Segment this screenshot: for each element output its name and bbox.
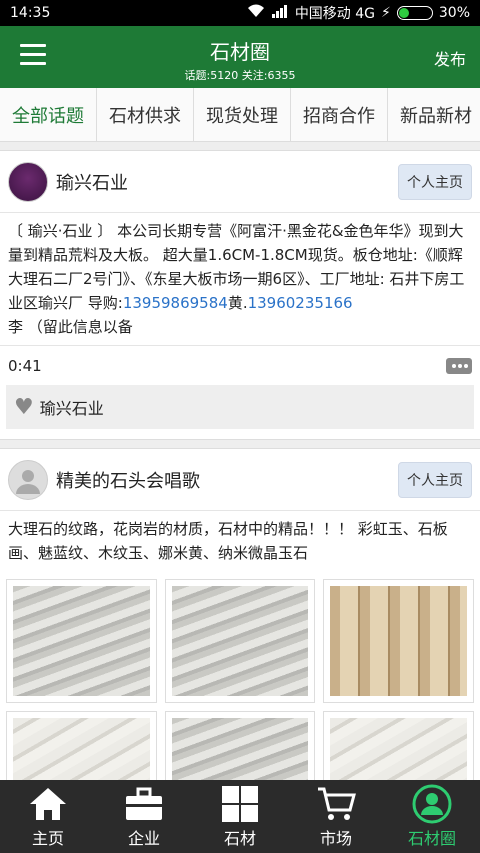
image-grid	[0, 571, 480, 780]
tab-franchise[interactable]: 招商合作	[291, 88, 388, 141]
nav-label: 市场	[319, 828, 352, 848]
status-right: 中国移动 4G ⚡ 30%	[247, 3, 470, 23]
avatar[interactable]	[8, 161, 48, 202]
title-block: 石材圈 话题:5120 关注:6355	[0, 36, 480, 83]
audio-row[interactable]: 0:41	[0, 345, 480, 385]
nav-company[interactable]: 企业	[96, 780, 192, 853]
nav-label: 石材圈	[407, 828, 456, 848]
battery-label: 30%	[438, 5, 470, 21]
nav-market[interactable]: 市场	[288, 780, 384, 853]
post-image[interactable]	[323, 579, 474, 703]
post-image[interactable]	[164, 711, 316, 780]
heart-icon[interactable]: ♥	[14, 395, 34, 420]
page-title: 石材圈	[210, 40, 270, 64]
homepage-button[interactable]: 个人主页	[398, 163, 472, 200]
publish-button[interactable]: 发布	[434, 46, 466, 70]
post-image[interactable]	[323, 711, 474, 780]
post-image[interactable]	[6, 711, 157, 780]
tab-all[interactable]: 全部话题	[0, 88, 97, 141]
status-bar: 14:35 中国移动 4G ⚡ 30%	[0, 0, 480, 26]
signal-icon	[271, 4, 289, 22]
charging-icon: ⚡	[381, 5, 391, 21]
cart-icon	[315, 785, 357, 823]
nav-home[interactable]: 主页	[0, 780, 96, 853]
avatar[interactable]	[8, 459, 48, 500]
post-header: 瑜兴石业 个人主页	[0, 151, 480, 213]
audio-duration: 0:41	[8, 356, 42, 375]
post-card: 瑜兴石业 个人主页 〔 瑜兴·石业 〕 本公司长期专营《阿富汗·黑金花&金色年华…	[0, 150, 480, 440]
wifi-icon	[247, 4, 265, 22]
post-header: 精美的石头会唱歌 个人主页	[0, 449, 480, 511]
likes-box: ♥ 瑜兴石业	[6, 385, 474, 429]
feed[interactable]: 瑜兴石业 个人主页 〔 瑜兴·石业 〕 本公司长期专营《阿富汗·黑金花&金色年华…	[0, 142, 480, 780]
tab-new-products[interactable]: 新品新材	[388, 88, 480, 141]
briefcase-icon	[123, 785, 165, 823]
tab-stock[interactable]: 现货处理	[194, 88, 291, 141]
carrier-label: 中国移动 4G	[294, 6, 376, 22]
grid-icon	[219, 785, 261, 823]
bottom-nav: 主页 企业 石材 市场 石材圈	[0, 780, 480, 853]
post-card: 精美的石头会唱歌 个人主页 大理石的纹路，花岗岩的材质，石材中的精品！！！ 彩虹…	[0, 448, 480, 780]
post-image[interactable]	[164, 579, 316, 703]
liker-name[interactable]: 瑜兴石业	[40, 395, 104, 419]
page-subtitle: 话题:5120 关注:6355	[184, 69, 296, 82]
homepage-button[interactable]: 个人主页	[398, 461, 472, 498]
nav-label: 主页	[31, 828, 64, 848]
nav-label: 企业	[127, 828, 160, 848]
post-image[interactable]	[6, 579, 157, 703]
app-header: 石材圈 话题:5120 关注:6355 发布	[0, 26, 480, 88]
battery-icon	[396, 6, 433, 20]
nav-label: 石材	[223, 828, 256, 848]
nav-stone[interactable]: 石材	[192, 780, 288, 853]
tab-supply[interactable]: 石材供求	[97, 88, 194, 141]
home-icon	[27, 785, 69, 823]
status-time: 14:35	[10, 5, 51, 21]
comment-icon[interactable]	[446, 357, 472, 374]
phone-link[interactable]: 13960235166	[248, 294, 353, 312]
post-author[interactable]: 瑜兴石业	[56, 169, 398, 195]
post-text: 大理石的纹路，花岗岩的材质，石材中的精品！！！ 彩虹玉、石板画、魅蓝纹、木纹玉、…	[8, 520, 448, 562]
phone-link[interactable]: 13959869584	[123, 294, 228, 312]
category-tabs: 全部话题 石材供求 现货处理 招商合作 新品新材	[0, 88, 480, 142]
post-author[interactable]: 精美的石头会唱歌	[56, 467, 398, 493]
post-text-tail: 李 （留此信息以备	[8, 318, 133, 336]
default-avatar-icon	[16, 469, 40, 494]
post-text-mid: 黄.	[227, 294, 248, 312]
post-text: 〔 瑜兴·石业 〕 本公司长期专营《阿富汗·黑金花&金色年华》现到大量到精品荒料…	[0, 213, 480, 345]
nav-stone-circle[interactable]: 石材圈	[384, 780, 480, 853]
person-circle-icon	[411, 784, 453, 823]
